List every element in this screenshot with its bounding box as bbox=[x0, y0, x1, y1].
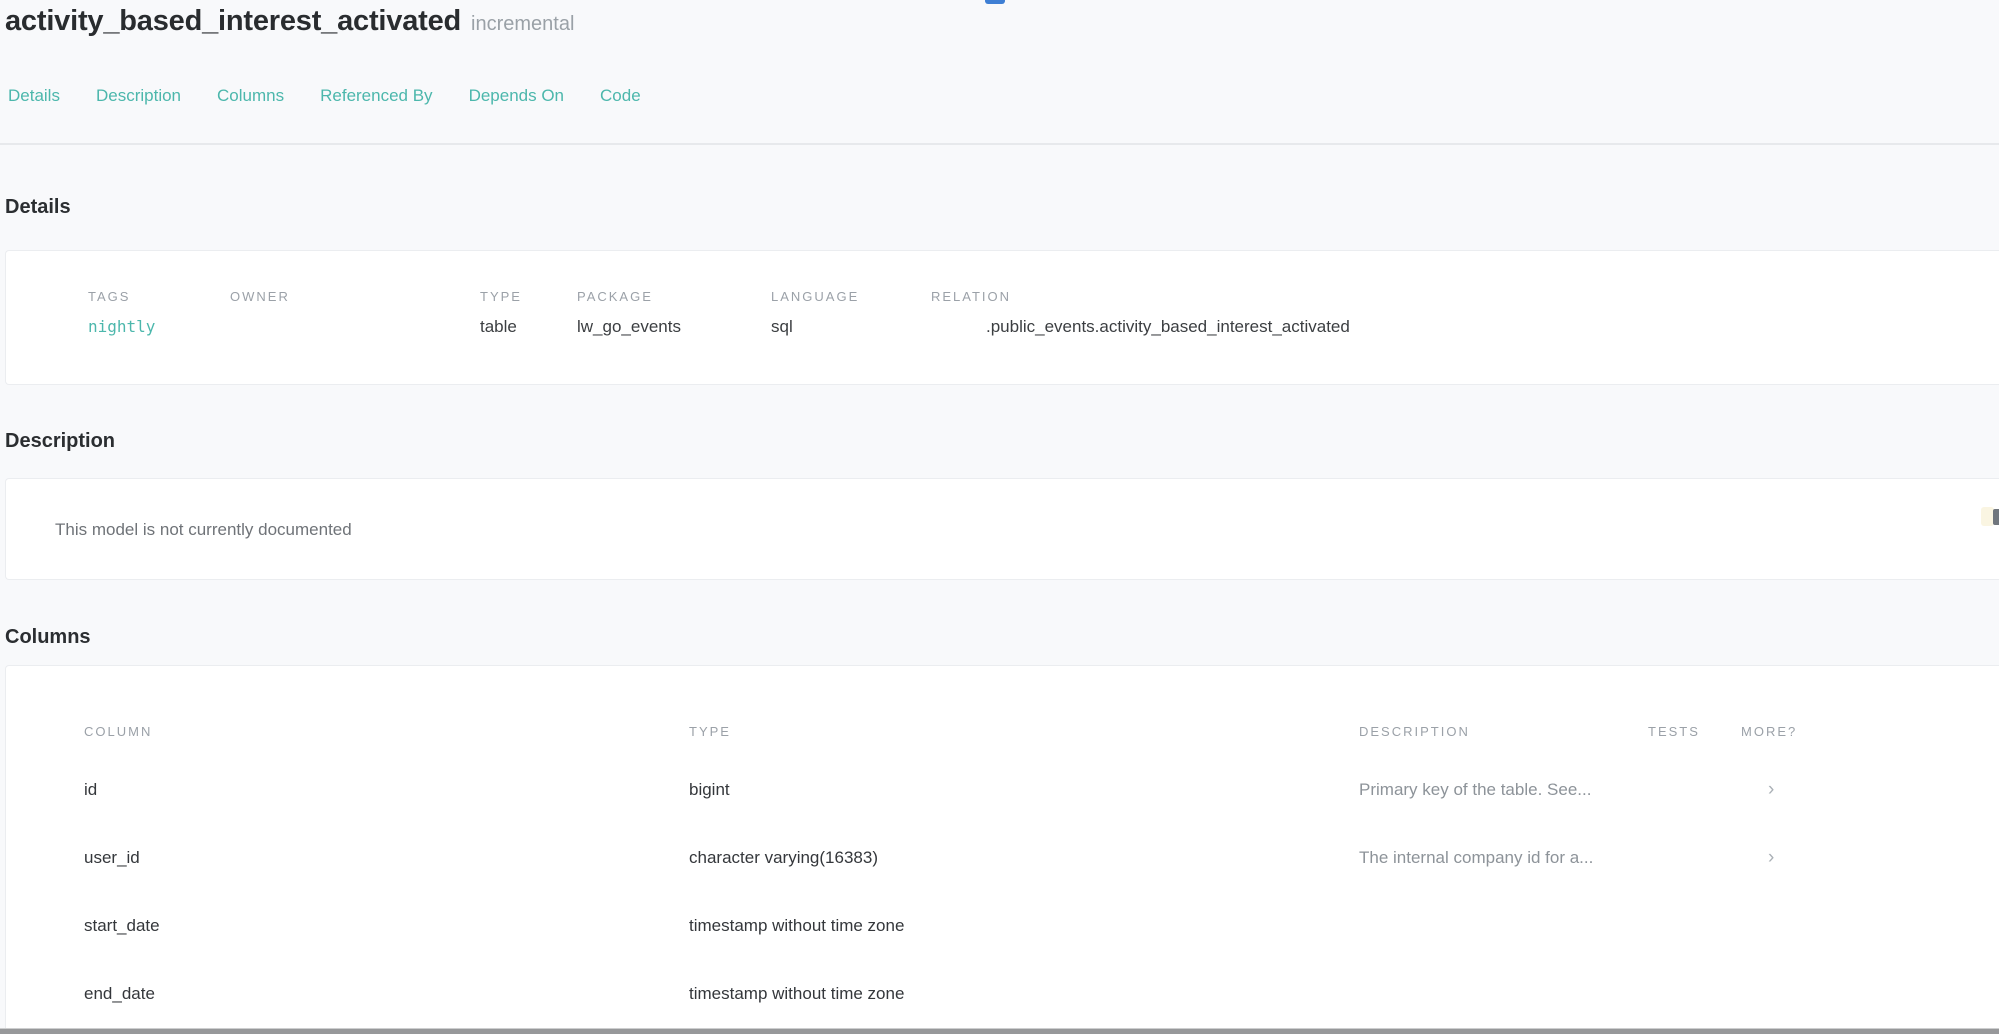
detail-field-package: PACKAGE lw_go_events bbox=[577, 289, 771, 338]
column-name: user_id bbox=[6, 824, 689, 892]
column-type: timestamp without time zone bbox=[689, 960, 1359, 1028]
column-type: character varying(16383) bbox=[689, 824, 1359, 892]
nav-item-columns[interactable]: Columns bbox=[217, 85, 284, 107]
owner-label: OWNER bbox=[230, 289, 480, 304]
header-description: DESCRIPTION bbox=[1359, 706, 1648, 756]
details-card: TAGS nightly OWNER TYPE table PACKAGE lw… bbox=[5, 250, 1999, 385]
column-tests bbox=[1648, 756, 1741, 824]
column-description: The internal company id for a... bbox=[1359, 824, 1648, 892]
column-name: id bbox=[6, 756, 689, 824]
column-tests bbox=[1648, 892, 1741, 960]
nav-item-code[interactable]: Code bbox=[600, 85, 641, 107]
column-description bbox=[1359, 960, 1648, 1028]
detail-field-owner: OWNER bbox=[230, 289, 480, 316]
page-title: activity_based_interest_activated bbox=[5, 5, 461, 37]
table-row-id[interactable]: id bigint Primary key of the table. See.… bbox=[6, 756, 1999, 824]
header-tests: TESTS bbox=[1648, 706, 1741, 756]
columns-card: COLUMN TYPE DESCRIPTION TESTS MORE? id b… bbox=[5, 665, 1999, 1034]
nav-item-depends-on[interactable]: Depends On bbox=[469, 85, 564, 107]
nav-item-referenced-by[interactable]: Referenced By bbox=[320, 85, 432, 107]
nav-item-description[interactable]: Description bbox=[96, 85, 181, 107]
model-header: activity_based_interest_activated increme… bbox=[5, 0, 574, 47]
columns-table-header-row: COLUMN TYPE DESCRIPTION TESTS MORE? bbox=[6, 706, 1999, 756]
type-label: TYPE bbox=[480, 289, 577, 304]
section-nav: Details Description Columns Referenced B… bbox=[8, 85, 641, 107]
type-value: table bbox=[480, 316, 577, 338]
detail-field-tags: TAGS nightly bbox=[88, 289, 230, 338]
package-label: PACKAGE bbox=[577, 289, 771, 304]
description-text: This model is not currently documented bbox=[55, 519, 1999, 541]
description-card: This model is not currently documented bbox=[5, 478, 1999, 580]
column-tests bbox=[1648, 824, 1741, 892]
description-section-heading: Description bbox=[5, 428, 115, 454]
columns-section-heading: Columns bbox=[5, 624, 91, 650]
detail-field-language: LANGUAGE sql bbox=[771, 289, 931, 338]
chevron-right-icon[interactable]: › bbox=[1768, 780, 1774, 799]
details-section-heading: Details bbox=[5, 194, 71, 220]
header-more: MORE? bbox=[1741, 706, 1999, 756]
tags-label: TAGS bbox=[88, 289, 230, 304]
column-name: start_date bbox=[6, 892, 689, 960]
column-tests bbox=[1648, 960, 1741, 1028]
relation-value: .public_events.activity_based_interest_a… bbox=[931, 316, 1999, 338]
columns-table: COLUMN TYPE DESCRIPTION TESTS MORE? id b… bbox=[6, 706, 1999, 1028]
cutoff-button-fragment bbox=[985, 0, 1005, 4]
detail-field-type: TYPE table bbox=[480, 289, 577, 338]
column-type: timestamp without time zone bbox=[689, 892, 1359, 960]
tag-link-nightly[interactable]: nightly bbox=[88, 316, 230, 338]
relation-label: RELATION bbox=[931, 289, 1999, 304]
package-value: lw_go_events bbox=[577, 316, 771, 338]
table-row-end-date[interactable]: end_date timestamp without time zone bbox=[6, 960, 1999, 1028]
materialization-badge: incremental bbox=[471, 13, 574, 35]
column-type: bigint bbox=[689, 756, 1359, 824]
header-type: TYPE bbox=[689, 706, 1359, 756]
column-description bbox=[1359, 892, 1648, 960]
cutoff-edit-button[interactable] bbox=[1993, 509, 1999, 525]
column-description: Primary key of the table. See... bbox=[1359, 756, 1648, 824]
table-row-start-date[interactable]: start_date timestamp without time zone bbox=[6, 892, 1999, 960]
detail-field-relation: RELATION .public_events.activity_based_i… bbox=[931, 289, 1999, 338]
column-name: end_date bbox=[6, 960, 689, 1028]
header-column: COLUMN bbox=[6, 706, 689, 756]
language-label: LANGUAGE bbox=[771, 289, 931, 304]
chevron-right-icon[interactable]: › bbox=[1768, 848, 1774, 867]
header-divider bbox=[0, 143, 1999, 145]
table-row-user-id[interactable]: user_id character varying(16383) The int… bbox=[6, 824, 1999, 892]
nav-item-details[interactable]: Details bbox=[8, 85, 60, 107]
bottom-edge-bar bbox=[0, 1028, 1999, 1034]
language-value: sql bbox=[771, 316, 931, 338]
details-fields: TAGS nightly OWNER TYPE table PACKAGE lw… bbox=[88, 289, 1999, 338]
